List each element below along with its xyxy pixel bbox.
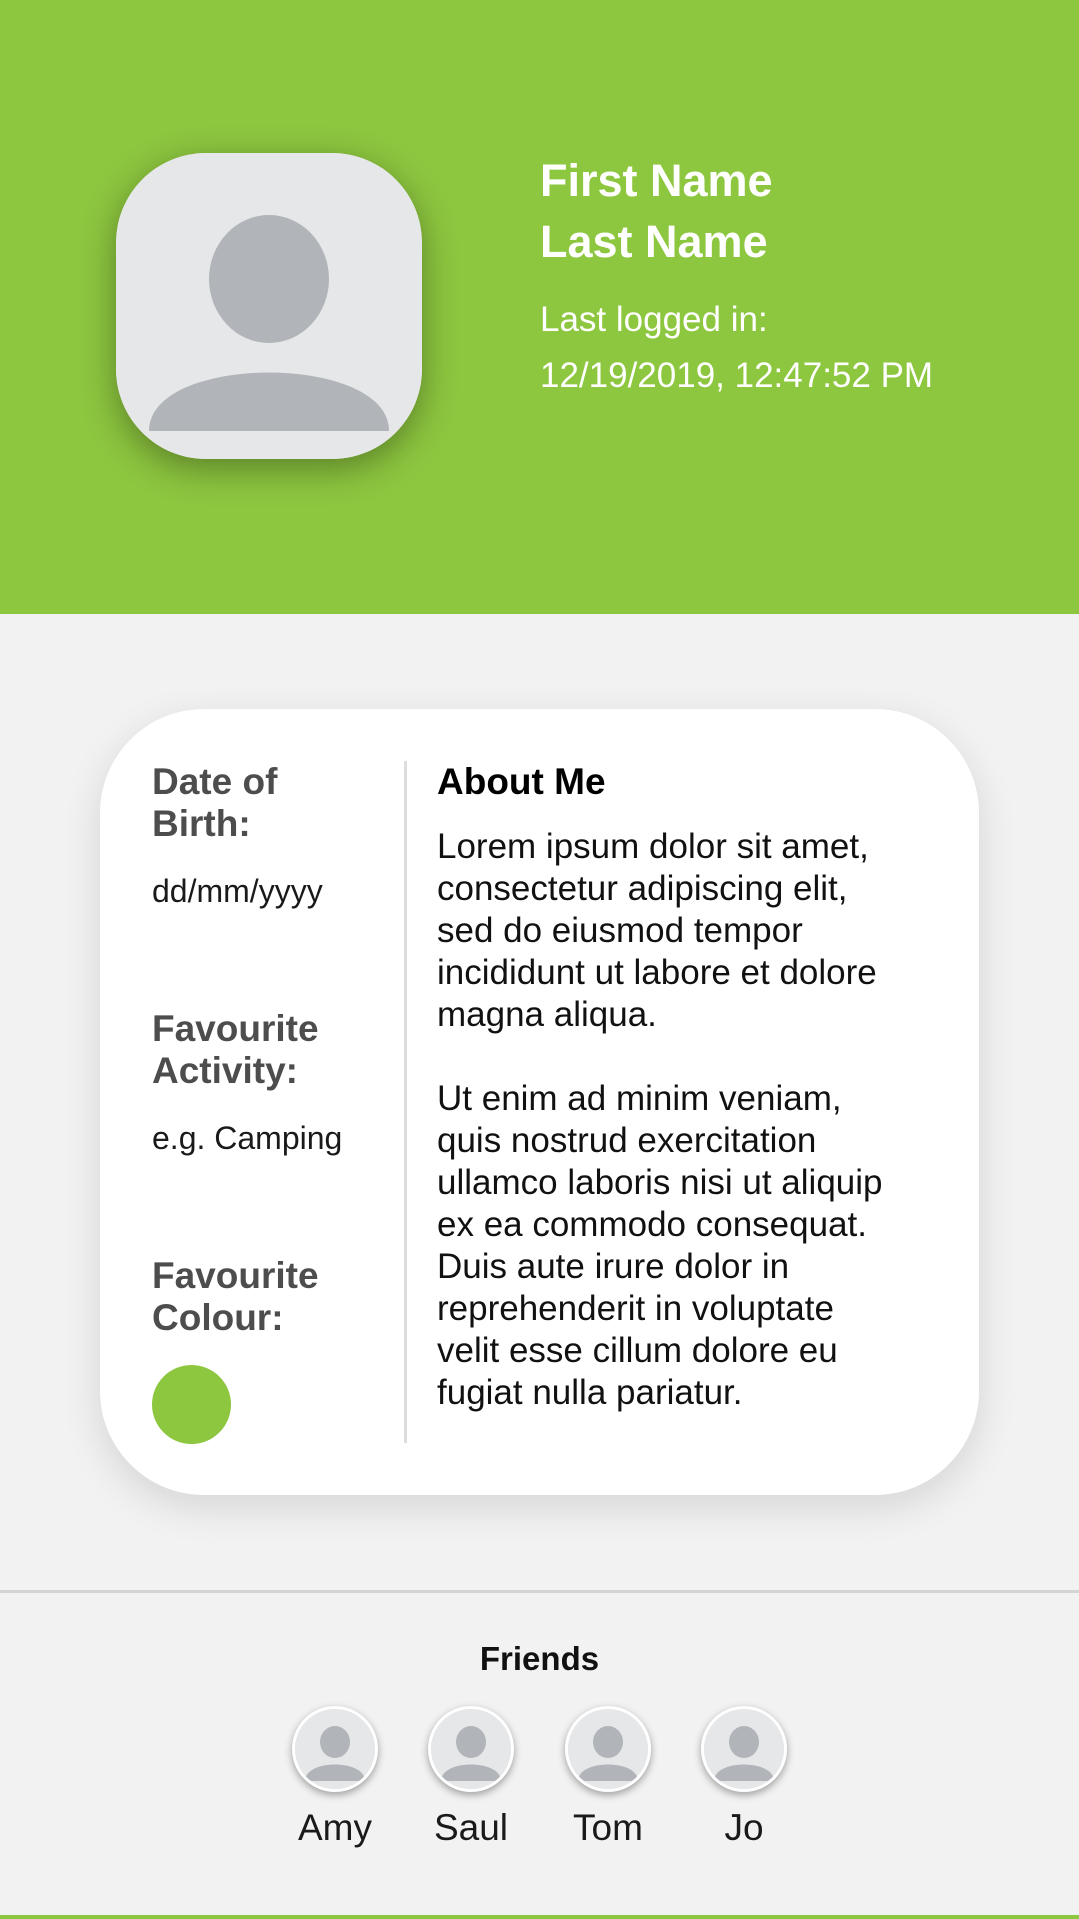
dob-value: dd/mm/yyyy — [152, 873, 323, 909]
about-p1-line: incididunt ut labore et dolore — [437, 953, 877, 992]
friend-avatar-icon[interactable] — [701, 1706, 787, 1792]
friend-name: Amy — [298, 1807, 372, 1848]
activity-label-line2: Activity: — [152, 1050, 298, 1091]
profile-header: First Name Last Name Last logged in: 12/… — [0, 0, 1079, 614]
about-p2-line: velit esse cillum dolore eu — [437, 1331, 838, 1370]
about-p2-line: Ut enim ad minim veniam, — [437, 1079, 842, 1118]
dob-field: Date of Birth: dd/mm/yyyy — [152, 761, 323, 911]
colour-label: Favourite Colour: — [152, 1255, 319, 1339]
about-paragraph-1: Lorem ipsum dolor sit amet, consectetur … — [437, 826, 957, 1036]
about-paragraph-2: Ut enim ad minim veniam, quis nostrud ex… — [437, 1078, 957, 1414]
last-name: Last Name — [540, 216, 768, 267]
colour-label-line1: Favourite — [152, 1255, 319, 1296]
activity-value: e.g. Camping — [152, 1120, 343, 1156]
friend-item-jo[interactable]: Jo — [676, 1706, 812, 1856]
about-p2-line: quis nostrud exercitation — [437, 1121, 817, 1160]
friends-divider — [0, 1590, 1079, 1593]
friend-avatar-icon[interactable] — [565, 1706, 651, 1792]
friends-title: Friends — [479, 1640, 600, 1677]
friend-avatar-icon[interactable] — [428, 1706, 514, 1792]
friend-item-saul[interactable]: Saul — [403, 1706, 539, 1856]
about-p2-line: Duis aute irure dolor in — [437, 1247, 790, 1286]
dob-label-line1: Date of — [152, 761, 278, 802]
about-p1-line: magna aliqua. — [437, 995, 657, 1034]
friend-name: Tom — [573, 1807, 643, 1848]
bottom-accent-bar — [0, 1915, 1079, 1919]
profile-details-card: Date of Birth: dd/mm/yyyy Favourite Acti… — [100, 709, 979, 1495]
card-divider — [404, 761, 407, 1443]
about-p1-line: consectetur adipiscing elit, — [437, 869, 848, 908]
about-p2-line: fugiat nulla pariatur. — [437, 1373, 743, 1412]
friend-item-amy[interactable]: Amy — [267, 1706, 403, 1856]
about-p1-line: sed do eiusmod tempor — [437, 911, 803, 950]
friend-name: Jo — [724, 1807, 764, 1848]
profile-avatar-icon[interactable] — [116, 153, 422, 459]
about-column: About Me Lorem ipsum dolor sit amet, con… — [437, 761, 957, 1414]
about-p2-line: reprehenderit in voluptate — [437, 1289, 834, 1328]
dob-label: Date of Birth: — [152, 761, 323, 845]
favourite-colour-swatch — [152, 1365, 231, 1444]
profile-name-block: First Name Last Name Last logged in: 12/… — [540, 150, 933, 404]
first-name: First Name — [540, 155, 773, 206]
about-p1-line: Lorem ipsum dolor sit amet, — [437, 827, 869, 866]
activity-field: Favourite Activity: e.g. Camping — [152, 1008, 342, 1158]
friend-item-tom[interactable]: Tom — [540, 1706, 676, 1856]
colour-field: Favourite Colour: — [152, 1255, 319, 1444]
friend-name: Saul — [433, 1807, 509, 1848]
about-title: About Me — [437, 761, 606, 802]
activity-label: Favourite Activity: — [152, 1008, 342, 1092]
about-p2-line: ex ea commodo consequat. — [437, 1205, 867, 1244]
about-p2-line: ullamco laboris nisi ut aliquip — [437, 1163, 883, 1202]
friend-avatar-icon[interactable] — [292, 1706, 378, 1792]
colour-label-line2: Colour: — [152, 1297, 284, 1338]
activity-label-line1: Favourite — [152, 1008, 319, 1049]
last-logged-label: Last logged in: — [540, 300, 768, 339]
dob-label-line2: Birth: — [152, 803, 251, 844]
last-logged-value: 12/19/2019, 12:47:52 PM — [540, 356, 934, 395]
